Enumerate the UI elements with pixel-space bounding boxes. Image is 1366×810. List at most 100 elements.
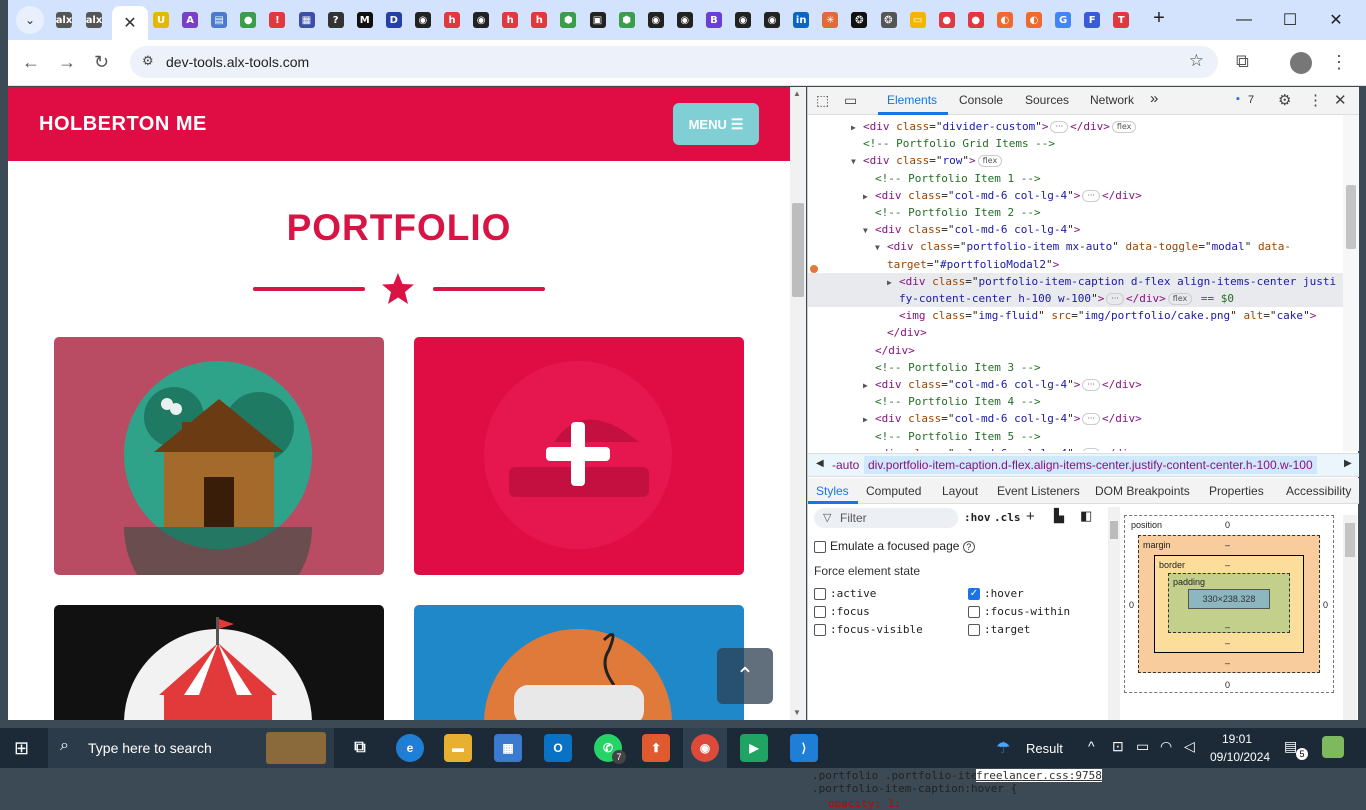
devtools-menu-icon[interactable]: ⋮	[1308, 91, 1323, 109]
sidebar-toggle-icon[interactable]: ◧	[1080, 508, 1092, 524]
store-icon[interactable]: ▦	[494, 734, 522, 762]
checkbox[interactable]	[814, 587, 826, 600]
browser-tab[interactable]: ◉	[673, 7, 697, 33]
battery-icon[interactable]: ▭	[1136, 738, 1149, 755]
browser-tab[interactable]: ❂	[877, 7, 901, 33]
portfolio-item-game[interactable]	[414, 605, 744, 720]
meet-icon[interactable]: ▶	[740, 734, 768, 762]
dom-badge[interactable]: ···	[1106, 293, 1124, 305]
css-rule-source-link[interactable]: freelancer.css:9758	[976, 769, 1102, 782]
tab-sources[interactable]: Sources	[1025, 93, 1069, 107]
active-tab[interactable]: ✕	[112, 6, 148, 40]
dom-badge[interactable]: ···	[1082, 379, 1100, 391]
new-tab-button[interactable]: +	[1139, 6, 1179, 30]
browser-tab[interactable]: alx	[82, 7, 106, 33]
browser-tab[interactable]: T	[1109, 7, 1133, 33]
clock-time[interactable]: 19:01	[1222, 732, 1252, 746]
browser-tab[interactable]: ⬢	[556, 7, 580, 33]
dom-scrollbar[interactable]	[1343, 115, 1359, 451]
browser-tab[interactable]: ◉	[644, 7, 668, 33]
tab-elements[interactable]: Elements	[887, 93, 937, 107]
hov-toggle[interactable]: :hov	[964, 511, 991, 524]
browser-tab[interactable]: G	[1051, 7, 1075, 33]
portfolio-item-cake-hovered[interactable]	[414, 337, 744, 575]
box-content-size[interactable]: 330×238.328	[1188, 589, 1270, 609]
close-icon[interactable]: ✕	[123, 13, 136, 33]
task-view-icon[interactable]: ⧉	[346, 734, 374, 762]
browser-tab[interactable]: ❂	[847, 7, 871, 33]
browser-tab[interactable]: ●	[236, 7, 260, 33]
breadcrumb-current[interactable]: div.portfolio-item-caption.d-flex.align-…	[864, 456, 1317, 474]
checkbox[interactable]	[814, 623, 826, 636]
file-explorer-icon[interactable]: ▬	[444, 734, 472, 762]
browser-tab[interactable]: ⬢	[615, 7, 639, 33]
issues-icon[interactable]: ▪	[1236, 93, 1240, 105]
copilot-icon[interactable]	[1322, 736, 1344, 758]
chrome-icon[interactable]: ◉	[691, 734, 719, 762]
device-toolbar-icon[interactable]: ▭	[844, 92, 857, 109]
weather-icon[interactable]: ☂	[996, 738, 1010, 758]
checkbox[interactable]	[968, 623, 980, 636]
dom-node-line[interactable]: ▶ <div class="divider-custom"> ··· </div> fl…	[851, 118, 1138, 135]
emulate-focus-row[interactable]: Emulate a focused page ?	[814, 539, 975, 553]
new-rule-icon[interactable]: +	[1026, 508, 1035, 525]
force-state-option[interactable]: :focus-visible	[814, 622, 923, 636]
dom-badge[interactable]: flex	[1167, 293, 1193, 305]
browser-tab[interactable]: ▤	[207, 7, 231, 33]
paint-icon[interactable]: ▙	[1054, 508, 1064, 524]
emulate-focus-checkbox[interactable]	[814, 540, 826, 553]
expand-arrow-icon[interactable]: ▶	[863, 377, 875, 394]
network-icon[interactable]: ◠	[1160, 738, 1172, 755]
scroll-down-icon[interactable]: ▼	[793, 708, 801, 717]
scroll-up-icon[interactable]: ▲	[793, 89, 801, 98]
tab-search-button[interactable]: ⌄	[16, 6, 44, 34]
browser-tab[interactable]: h	[440, 7, 464, 33]
expand-arrow-icon[interactable]: ▼	[875, 239, 887, 256]
subtab-accessibility[interactable]: Accessibility	[1286, 484, 1351, 498]
windows-start-icon[interactable]: ⊞	[14, 738, 29, 759]
subtab-properties[interactable]: Properties	[1209, 484, 1264, 498]
expand-arrow-icon[interactable]: ▶	[887, 274, 899, 291]
maximize-button[interactable]: ☐	[1270, 8, 1310, 32]
force-state-option[interactable]: :focus	[814, 604, 870, 618]
browser-tab[interactable]: ◐	[1022, 7, 1046, 33]
dom-badge[interactable]: ···	[1082, 189, 1100, 202]
subtab-event-listeners[interactable]: Event Listeners	[997, 484, 1080, 498]
back-icon[interactable]: ←	[22, 52, 40, 73]
dom-node-line[interactable]: target="#portfolioModal2">	[887, 256, 1059, 273]
dom-node-line[interactable]: <!-- Portfolio Item 2 -->	[875, 204, 1041, 221]
close-window-button[interactable]: ✕	[1316, 8, 1356, 32]
scroll-to-top-button[interactable]: ⌃	[717, 648, 773, 704]
browser-tab[interactable]: F	[1080, 7, 1104, 33]
dom-scroll-thumb[interactable]	[1346, 185, 1356, 249]
browser-tab[interactable]: !	[265, 7, 289, 33]
expand-arrow-icon[interactable]: ▶	[851, 119, 863, 136]
dom-node-line[interactable]: ▶ <div class="portfolio-item-caption d-fl…	[808, 272, 1343, 291]
subtab-dom-breakpoints[interactable]: DOM Breakpoints	[1095, 484, 1190, 498]
breadcrumb-right-arrow-icon[interactable]: ▶	[1344, 458, 1352, 469]
browser-tab[interactable]: ▣	[586, 7, 610, 33]
volume-icon[interactable]: ◁	[1184, 738, 1195, 755]
settings-gear-icon[interactable]: ⚙	[1278, 91, 1291, 109]
menu-dots-icon[interactable]: ⋮	[1330, 52, 1348, 73]
browser-tab[interactable]: ◉	[760, 7, 784, 33]
show-hidden-icons-icon[interactable]: ^	[1088, 738, 1095, 754]
tab-network[interactable]: Network	[1090, 93, 1134, 107]
dom-node-line[interactable]: fy-content-center h-100 w-100"> ··· </div>…	[808, 290, 1343, 307]
site-info-icon[interactable]: ⚙	[142, 53, 154, 69]
dom-tree[interactable]: ▶ <div class="divider-custom"> ··· </div> fl…	[808, 115, 1343, 451]
dom-node-line[interactable]: <!-- Portfolio Item 4 -->	[875, 393, 1041, 410]
extensions-icon[interactable]: ⧉	[1236, 51, 1249, 72]
expand-arrow-icon[interactable]: ▶	[863, 188, 875, 205]
dom-node-line[interactable]: ▶<div class="col-md-6 col-lg-4">···</div…	[863, 445, 1142, 451]
page-scrollbar[interactable]: ▲ ▼	[790, 87, 806, 720]
browser-tab[interactable]: ▦	[295, 7, 319, 33]
browser-tab[interactable]: ●	[935, 7, 959, 33]
browser-tab[interactable]: ◉	[469, 7, 493, 33]
browser-tab[interactable]: ◉	[411, 7, 435, 33]
vscode-icon[interactable]: ⟩	[790, 734, 818, 762]
taskbar-search[interactable]: ⌕ Type here to search	[48, 728, 334, 768]
dom-node-line[interactable]: <img class="img-fluid" src="img/portfoli…	[899, 307, 1316, 324]
dom-node-line[interactable]: <!-- Portfolio Grid Items -->	[863, 135, 1055, 152]
browser-tab[interactable]: A	[178, 7, 202, 33]
